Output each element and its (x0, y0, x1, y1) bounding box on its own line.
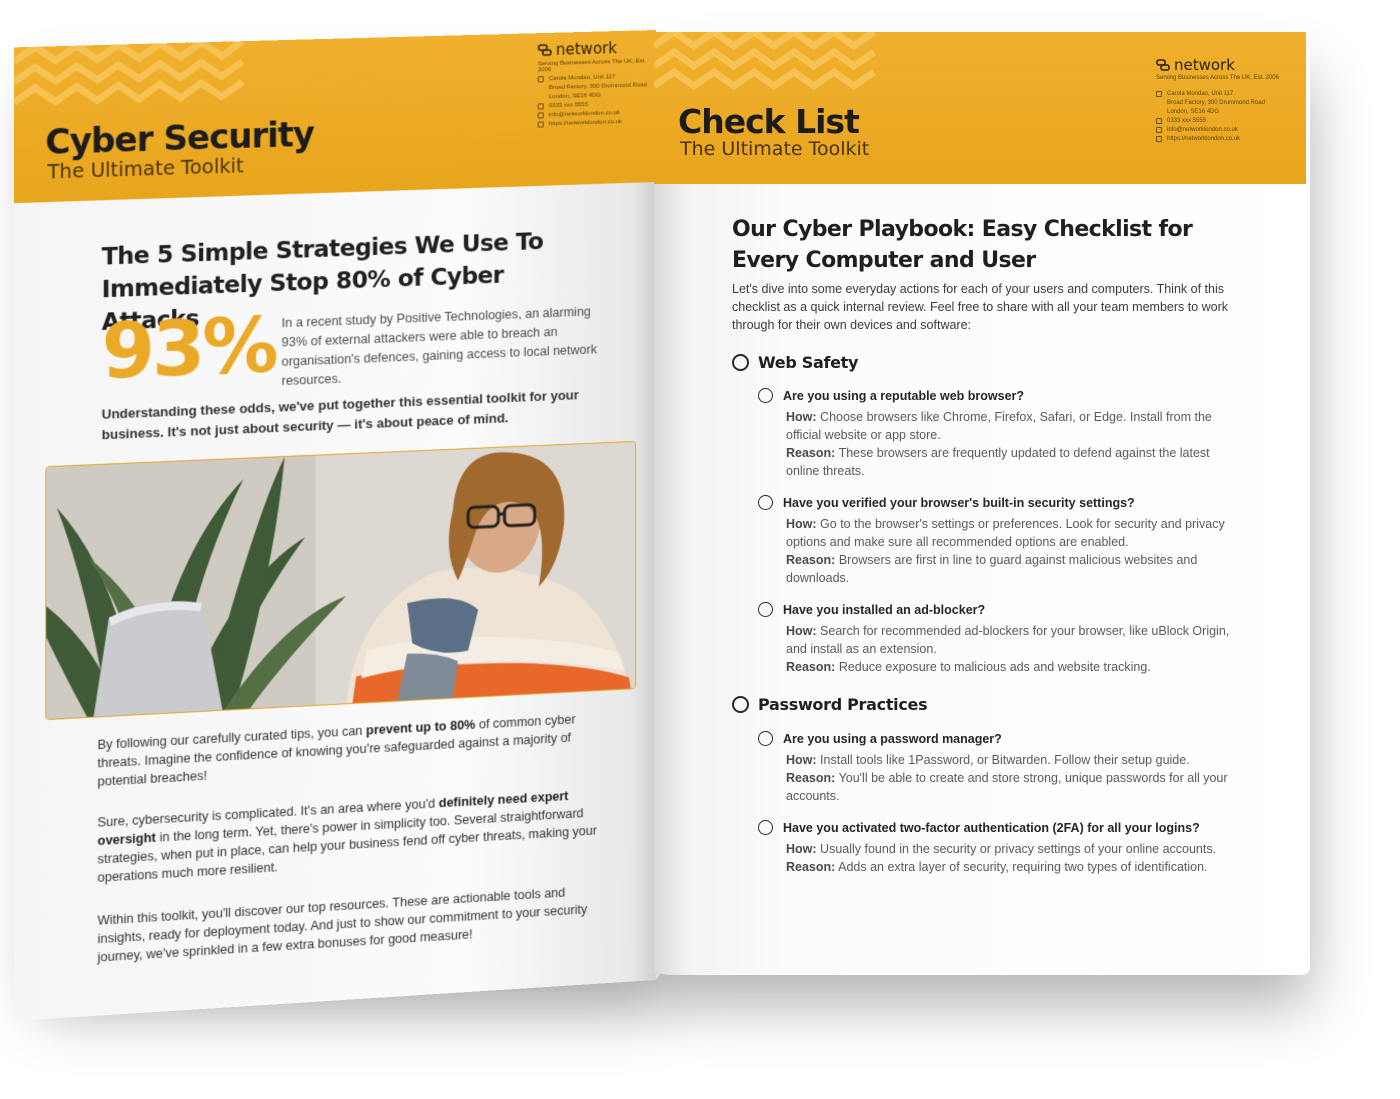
body-paragraph-1: By following our carefully curated tips,… (97, 709, 598, 791)
email-icon (537, 112, 544, 119)
body-paragraph-2: Sure, cybersecurity is complicated. It's… (97, 785, 598, 887)
right-page: Check List The Ultimate Toolkit network … (654, 32, 1306, 974)
lead-paragraph: Understanding these odds, we've put toge… (101, 387, 579, 443)
reason-label: Reason: (786, 553, 836, 567)
reason-label: Reason: (786, 660, 836, 674)
contact-line: 0333 xxx 5555 (1167, 118, 1207, 124)
checkbox-circle-icon[interactable] (732, 354, 749, 371)
how-label: How: (786, 517, 817, 531)
reason-text: Browsers are first in line to guard agai… (786, 553, 1198, 585)
checklist-headline: Our Cyber Playbook: Easy Checklist for E… (732, 214, 1252, 276)
checklist-item: Are you using a reputable web browser? H… (758, 388, 1238, 480)
brand-name: network (1174, 56, 1235, 74)
reason-label: Reason: (786, 446, 836, 460)
phone-icon (1156, 118, 1162, 124)
brochure-spread: Cyber Security The Ultimate Toolkit netw… (0, 0, 1400, 1099)
checklist-question: Have you activated two-factor authentica… (783, 820, 1200, 835)
checklist-item: Are you using a password manager? How: I… (758, 731, 1238, 805)
how-text: Choose browsers like Chrome, Firefox, Sa… (786, 410, 1212, 442)
checkbox-circle-icon[interactable] (758, 388, 773, 403)
page-subtitle: The Ultimate Toolkit (680, 138, 870, 160)
section-title: Web Safety (758, 353, 859, 372)
checklist-question: Are you using a reputable web browser? (783, 388, 1025, 403)
how-text: Go to the browser's settings or preferen… (786, 517, 1225, 549)
contact-block: Carola Mondao, Unit 117 Broad Factory, 3… (537, 72, 647, 129)
section-password-practices[interactable]: Password Practices (732, 695, 928, 714)
checkbox-circle-icon[interactable] (758, 731, 773, 746)
location-icon (537, 76, 544, 83)
phone-icon (537, 103, 544, 110)
left-page: Cyber Security The Ultimate Toolkit netw… (13, 30, 656, 1022)
checklist-question: Are you using a password manager? (783, 731, 1002, 746)
checkbox-circle-icon[interactable] (758, 820, 773, 835)
how-text: Search for recommended ad-blockers for y… (786, 624, 1230, 656)
reason-text: Reduce exposure to malicious ads and web… (838, 660, 1151, 674)
left-header-band: Cyber Security The Ultimate Toolkit netw… (13, 30, 656, 204)
section-title: Password Practices (758, 695, 928, 714)
chevron-pattern-icon (14, 41, 253, 109)
email-icon (1156, 127, 1162, 133)
reason-text: These browsers are frequently updated to… (786, 446, 1210, 478)
reason-label: Reason: (786, 771, 836, 785)
page-subtitle: The Ultimate Toolkit (47, 154, 244, 184)
checkbox-circle-icon[interactable] (758, 602, 773, 617)
brand-tagline: Serving Businesses Across The UK, Est. 2… (1156, 75, 1279, 81)
network-logo-icon (1156, 59, 1170, 71)
contact-line: Broad Factory, 300 Drummond Road (1167, 100, 1265, 106)
how-label: How: (786, 842, 817, 856)
reason-text: Adds an extra layer of security, requiri… (838, 860, 1208, 874)
section-web-safety[interactable]: Web Safety (732, 353, 858, 372)
headline-line: Our Cyber Playbook: Easy Checklist for (732, 217, 1193, 242)
brand-logo: network (1156, 56, 1235, 74)
contact-website-link[interactable]: https://networklondon.co.uk (1167, 135, 1240, 144)
right-header-band: Check List The Ultimate Toolkit network … (654, 32, 1306, 184)
contact-block: Carola Mondao, Unit 117 Broad Factory, 3… (1156, 90, 1265, 144)
checklist-question: Have you installed an ad-blocker? (783, 602, 986, 617)
checklist-question: Have you verified your browser's built-i… (783, 495, 1135, 510)
stat-value: 93% (101, 302, 276, 397)
photo-illustration (45, 441, 637, 721)
stat-description: In a recent study by Positive Technologi… (281, 304, 597, 389)
brand-logo: network (538, 39, 617, 59)
headline-line: Every Computer and User (732, 248, 1036, 273)
checklist-intro: Let's dive into some everyday actions fo… (732, 282, 1229, 332)
contact-email-link[interactable]: info@networklondon.co.uk (1167, 126, 1238, 135)
page-title: Cyber Security (45, 114, 314, 163)
web-icon (1156, 136, 1162, 142)
page-title: Check List (678, 102, 860, 141)
location-icon (1156, 91, 1162, 97)
checklist-item: Have you activated two-factor authentica… (758, 820, 1238, 876)
contact-line: London, SE16 4DG (1167, 109, 1220, 115)
brand-name: network (555, 39, 617, 59)
how-label: How: (786, 624, 817, 638)
checkbox-circle-icon[interactable] (758, 495, 773, 510)
reason-text: You'll be able to create and store stron… (786, 771, 1228, 803)
network-logo-icon (538, 44, 552, 56)
contact-line: Carola Mondao, Unit 117 (1167, 91, 1234, 97)
text-run: of common cyber threats. Imagine the con… (97, 712, 576, 789)
how-label: How: (786, 410, 817, 424)
web-icon (537, 121, 544, 128)
woman-laptop-photo (45, 440, 637, 721)
reason-label: Reason: (786, 860, 836, 874)
chevron-pattern-icon (654, 32, 877, 91)
contact-website-link[interactable]: https://networklondon.co.uk (549, 118, 622, 129)
how-label: How: (786, 753, 817, 767)
how-text: Usually found in the security or privacy… (820, 842, 1217, 856)
how-text: Install tools like 1Password, or Bitward… (820, 753, 1190, 767)
checklist-item: Have you verified your browser's built-i… (758, 495, 1238, 587)
checklist-item: Have you installed an ad-blocker? How: S… (758, 602, 1238, 676)
brand-tagline: Serving Businesses Across The UK, Est. 2… (537, 58, 646, 74)
bold-text-run: prevent up to 80% (366, 717, 476, 738)
body-paragraph-3: Within this toolkit, you'll discover our… (97, 885, 588, 965)
checkbox-circle-icon[interactable] (732, 696, 749, 713)
